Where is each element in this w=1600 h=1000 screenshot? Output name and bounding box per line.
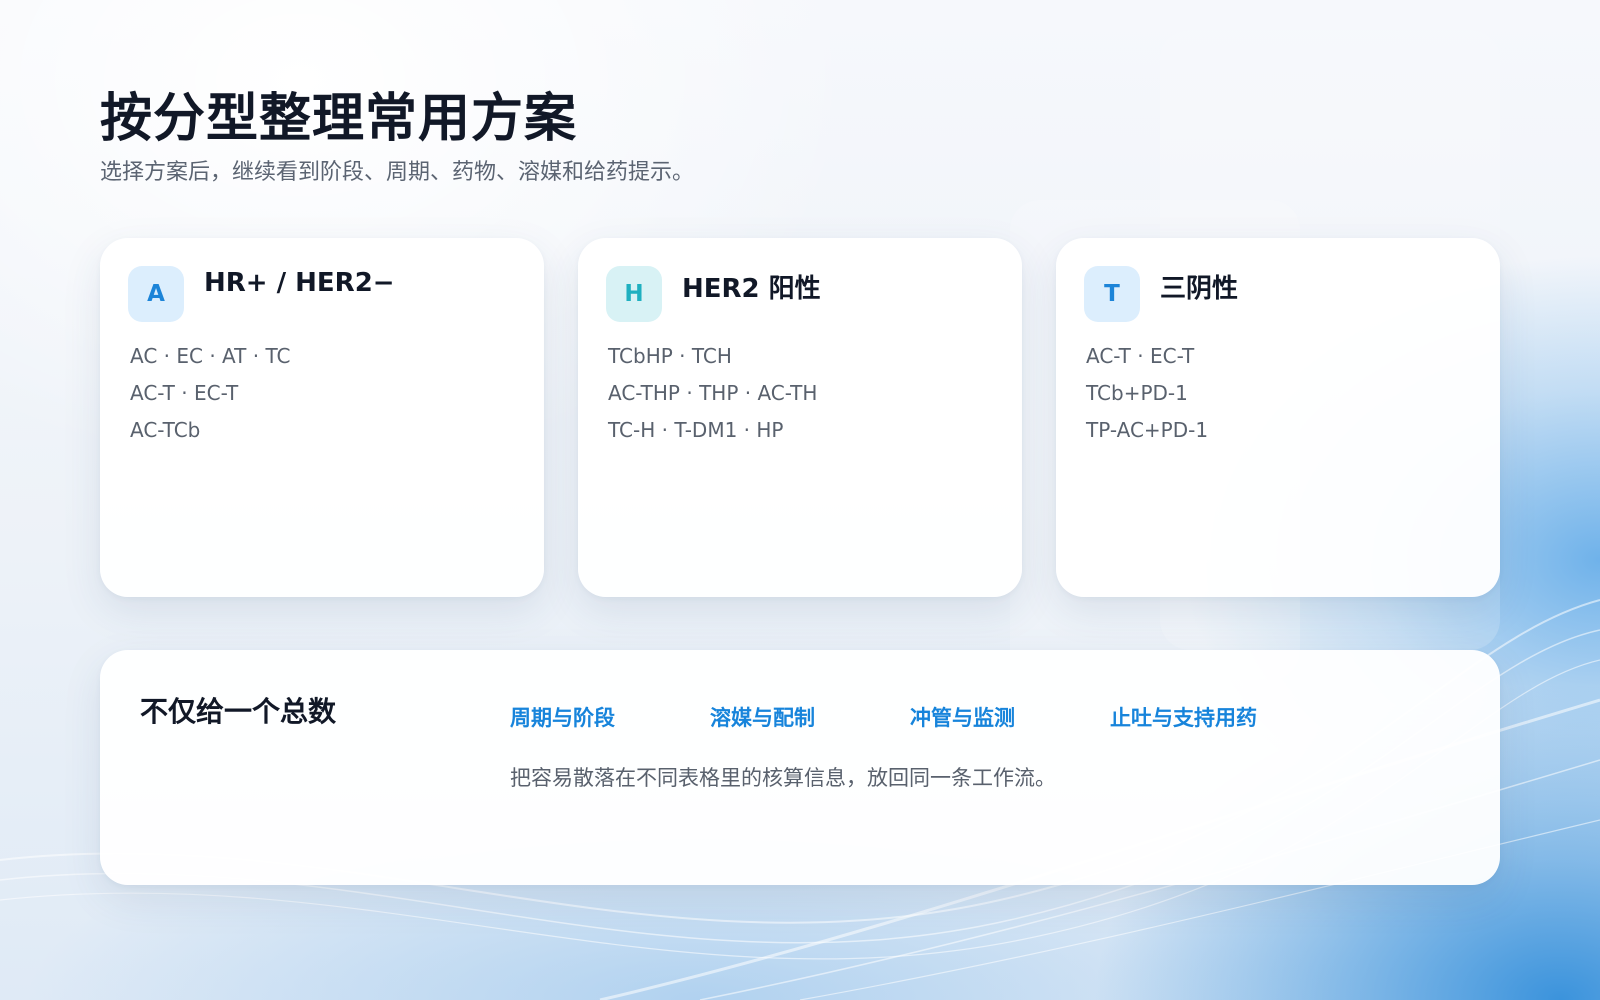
panel-title: 不仅给一个总数	[140, 695, 337, 728]
regimen-line: TP-AC+PD-1	[1086, 418, 1209, 442]
regimen-line: AC-THP · THP · AC-TH	[608, 381, 818, 405]
workflow-panel: 不仅给一个总数 周期与阶段 溶媒与配制 冲管与监测 止吐与支持用药 把容易散落在…	[100, 650, 1500, 885]
card-badge: H	[606, 266, 662, 322]
card-triple-negative[interactable]: T 三阴性 AC-T · EC-T TCb+PD-1 TP-AC+PD-1	[1056, 238, 1500, 597]
regimen-line: AC-T · EC-T	[130, 381, 239, 405]
card-title: HR+ / HER2−	[204, 268, 395, 298]
link-cycles-stages[interactable]: 周期与阶段	[510, 702, 710, 732]
link-antiemetic-support[interactable]: 止吐与支持用药	[1110, 702, 1290, 732]
panel-description: 把容易散落在不同表格里的核算信息，放回同一条工作流。	[510, 766, 1056, 790]
card-title: HER2 阳性	[682, 274, 821, 304]
regimen-line: TCbHP · TCH	[608, 344, 732, 368]
card-her2-positive[interactable]: H HER2 阳性 TCbHP · TCH AC-THP · THP · AC-…	[578, 238, 1022, 597]
regimen-line: TCb+PD-1	[1086, 381, 1188, 405]
card-title: 三阴性	[1160, 274, 1239, 304]
regimen-list: TCbHP · TCH AC-THP · THP · AC-TH TC-H · …	[608, 338, 817, 449]
regimen-line: AC · EC · AT · TC	[130, 344, 291, 368]
feature-links: 周期与阶段 溶媒与配制 冲管与监测 止吐与支持用药	[510, 702, 1290, 732]
regimen-line: TC-H · T-DM1 · HP	[608, 418, 784, 442]
link-solvent-prep[interactable]: 溶媒与配制	[710, 702, 910, 732]
regimen-list: AC · EC · AT · TC AC-T · EC-T AC-TCb	[130, 338, 290, 449]
regimen-list: AC-T · EC-T TCb+PD-1 TP-AC+PD-1	[1086, 338, 1208, 449]
regimen-line: AC-TCb	[130, 418, 201, 442]
subtype-cards: A HR+ / HER2− AC · EC · AT · TC AC-T · E…	[100, 238, 1500, 598]
regimen-line: AC-T · EC-T	[1086, 344, 1195, 368]
card-hr-positive[interactable]: A HR+ / HER2− AC · EC · AT · TC AC-T · E…	[100, 238, 544, 597]
link-flush-monitoring[interactable]: 冲管与监测	[910, 702, 1110, 732]
page-title: 按分型整理常用方案	[100, 89, 578, 149]
page-subtitle: 选择方案后，继续看到阶段、周期、药物、溶媒和给药提示。	[100, 160, 695, 185]
card-badge: T	[1084, 266, 1140, 322]
card-badge: A	[128, 266, 184, 322]
